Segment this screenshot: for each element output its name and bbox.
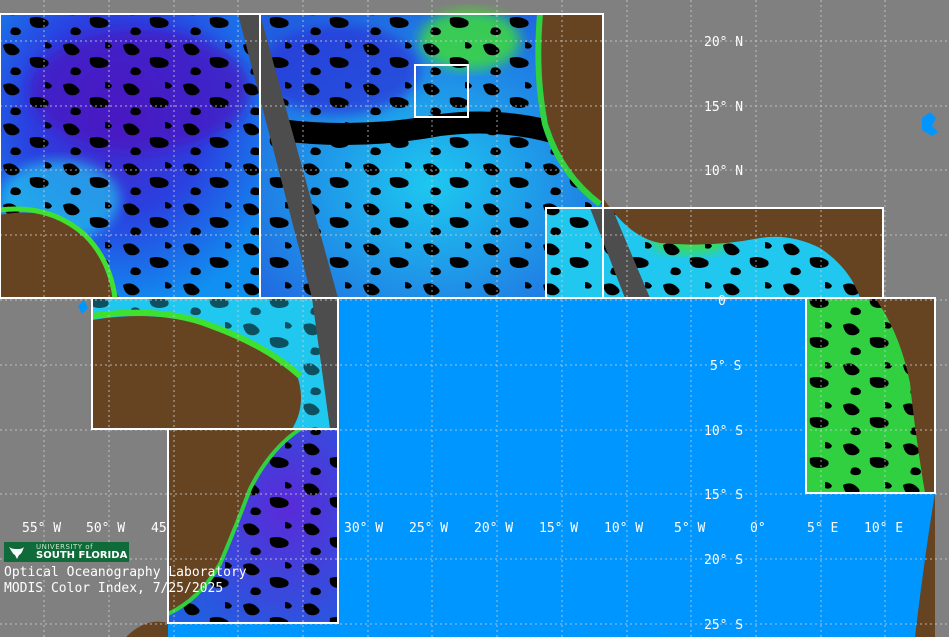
- panel-north-atlantic-west: [0, 14, 260, 299]
- panel-brazil: [91, 298, 338, 429]
- unsampled-area-east: [883, 208, 949, 298]
- lon-label: 50° W: [86, 521, 125, 536]
- usf-logo: UNIVERSITY of SOUTH FLORIDA: [4, 542, 129, 562]
- lon-label: 25° W: [409, 521, 448, 536]
- lat-label: 15° S: [704, 488, 743, 503]
- lat-label: 0: [718, 294, 726, 309]
- lat-label: 20° S: [704, 553, 743, 568]
- unsampled-area-east-strip: [935, 298, 949, 637]
- map-frame: 20° N 15° N 10° N 0 5° S 10° S 15° S 20°…: [0, 0, 949, 637]
- unsampled-area-northeast: [603, 0, 949, 208]
- lat-label: 10° N: [704, 164, 743, 179]
- panel-gulf-of-guinea: [546, 198, 883, 298]
- lat-label: 20° N: [704, 35, 743, 50]
- map-canvas: 20° N 15° N 10° N 0 5° S 10° S 15° S 20°…: [0, 0, 949, 637]
- bull-icon: [7, 544, 33, 560]
- lon-label: 10° W: [604, 521, 643, 536]
- lat-label: 25° S: [704, 618, 743, 633]
- lon-label: 5° E: [807, 521, 838, 536]
- lon-label: 45: [151, 521, 167, 536]
- lat-label: 5° S: [710, 359, 741, 374]
- lon-label: 0°: [750, 521, 766, 536]
- lon-label: 30° W: [344, 521, 383, 536]
- lon-label: 55° W: [22, 521, 61, 536]
- logo-line-2: SOUTH FLORIDA: [36, 550, 128, 561]
- lon-label: 20° W: [474, 521, 513, 536]
- lon-label: 15° W: [539, 521, 578, 536]
- panel-angola: [806, 298, 935, 493]
- caption-product: MODIS Color Index, 7/25/2025: [4, 581, 224, 596]
- lat-label: 15° N: [704, 100, 743, 115]
- lon-label: 10° E: [864, 521, 903, 536]
- lon-label: 5° W: [674, 521, 705, 536]
- caption-lab: Optical Oceanography Laboratory: [4, 565, 247, 580]
- lat-label: 10° S: [704, 424, 743, 439]
